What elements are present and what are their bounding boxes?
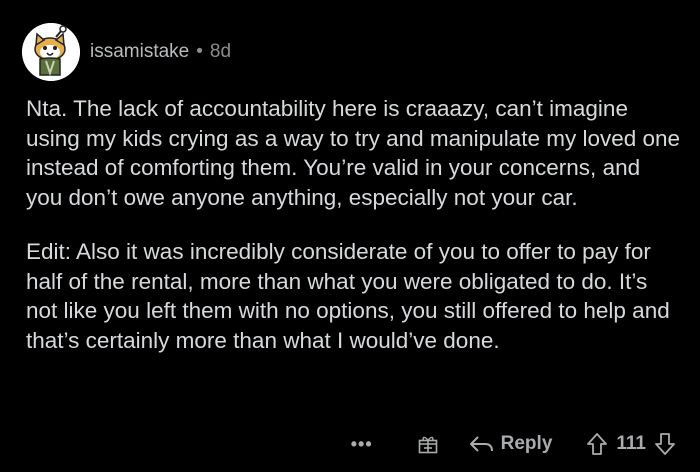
more-options-button[interactable]: ••• [351, 434, 373, 455]
comment-header: issamistake • 8d [22, 22, 231, 82]
reply-button[interactable]: Reply [469, 433, 553, 455]
comment-paragraph: Nta. The lack of accountability here is … [26, 96, 681, 210]
vote-count: 111 [616, 433, 646, 454]
meta-separator: • [196, 41, 203, 62]
comment-age: 8d [209, 41, 232, 62]
upvote-arrow-icon[interactable] [586, 432, 608, 456]
username-link[interactable]: issamistake [90, 41, 189, 63]
downvote-arrow-icon[interactable] [654, 432, 676, 456]
award-gift-icon[interactable] [417, 433, 439, 455]
comment-body: Nta. The lack of accountability here is … [26, 94, 681, 355]
snoo-avatar-icon[interactable] [22, 23, 80, 81]
comment: issamistake • 8d Nta. The lack of accoun… [0, 0, 700, 472]
reply-label: Reply [500, 433, 553, 454]
avatar-illustration [22, 23, 80, 81]
vote-controls: 111 [586, 432, 676, 456]
comment-meta: issamistake • 8d [90, 41, 231, 63]
comment-actions: ••• Reply 111 [351, 430, 676, 458]
reply-arrow-icon [469, 434, 495, 454]
comment-paragraph: Edit: Also it was incredibly considerate… [26, 239, 670, 353]
